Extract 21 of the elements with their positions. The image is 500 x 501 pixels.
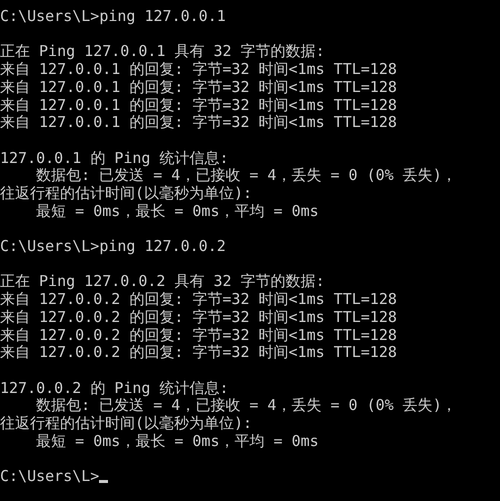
console-line: 正在 Ping 127.0.0.2 具有 32 字节的数据: (0, 273, 325, 291)
console-line: 127.0.0.2 的 Ping 统计信息: (0, 380, 229, 398)
console-line: 来自 127.0.0.2 的回复: 字节=32 时间<1ms TTL=128 (0, 326, 397, 344)
console-line: 来自 127.0.0.2 的回复: 字节=32 时间<1ms TTL=128 (0, 344, 397, 362)
console-line: 127.0.0.1 的 Ping 统计信息: (0, 150, 229, 168)
console-line: 往返行程的估计时间(以毫秒为单位): (0, 415, 252, 433)
console-line: 来自 127.0.0.1 的回复: 字节=32 时间<1ms TTL=128 (0, 114, 397, 132)
console-line: 正在 Ping 127.0.0.1 具有 32 字节的数据: (0, 43, 325, 61)
console-line: C:\Users\L>ping 127.0.0.2 (0, 238, 226, 256)
console-line: 最短 = 0ms，最长 = 0ms，平均 = 0ms (35, 202, 319, 220)
console-line: 最短 = 0ms，最长 = 0ms，平均 = 0ms (35, 432, 319, 450)
console-line: 来自 127.0.0.1 的回复: 字节=32 时间<1ms TTL=128 (0, 78, 397, 96)
console-line: 数据包: 已发送 = 4，已接收 = 4，丢失 = 0 (0% 丢失)， (35, 167, 457, 185)
console-line: 来自 127.0.0.2 的回复: 字节=32 时间<1ms TTL=128 (0, 291, 397, 309)
console-line: 来自 127.0.0.2 的回复: 字节=32 时间<1ms TTL=128 (0, 308, 397, 327)
command-prompt[interactable]: C:\Users\L> (0, 468, 100, 486)
console-line: 数据包: 已发送 = 4，已接收 = 4，丢失 = 0 (0% 丢失)， (35, 397, 457, 415)
console-line: 来自 127.0.0.1 的回复: 字节=32 时间<1ms TTL=128 (0, 61, 397, 79)
console-line: 往返行程的估计时间(以毫秒为单位): (0, 185, 252, 203)
console-line: C:\Users\L>ping 127.0.0.1 (0, 8, 226, 26)
console-line: 来自 127.0.0.1 的回复: 字节=32 时间<1ms TTL=128 (0, 96, 397, 114)
